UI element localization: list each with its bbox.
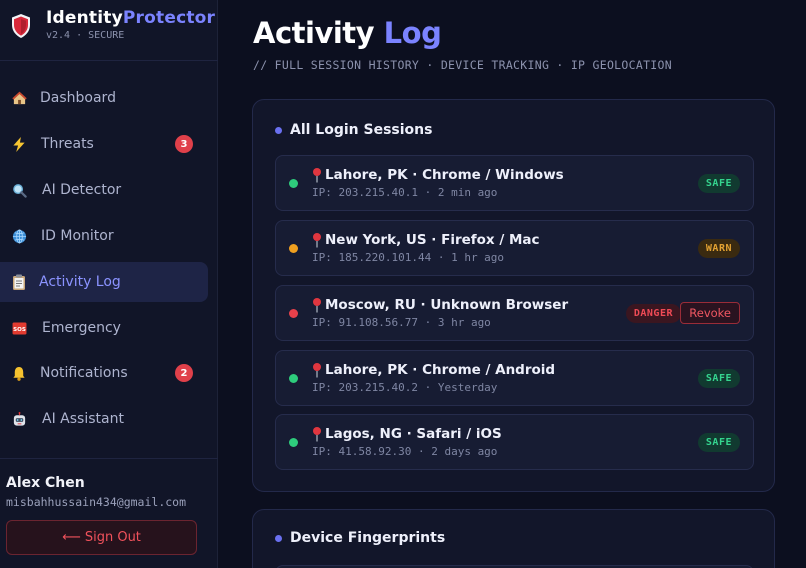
brand[interactable]: IdentityProtector v2.4 · SECURE <box>8 7 268 53</box>
session-location: Lagos, NG · Safari / iOS <box>325 426 502 442</box>
shield-logo-icon <box>12 14 30 38</box>
session-row[interactable]: New York, US · Firefox / Mac IP: 185.220… <box>275 220 754 276</box>
page-subtitle: // FULL SESSION HISTORY · DEVICE TRACKIN… <box>253 58 672 72</box>
session-meta: IP: 203.215.40.2 · Yesterday <box>312 381 498 394</box>
sidebar-item-label: Dashboard <box>40 90 116 106</box>
status-dot <box>289 244 298 253</box>
session-row[interactable]: Lahore, PK · Chrome / Windows IP: 203.21… <box>275 155 754 211</box>
sidebar: IdentityProtector v2.4 · SECURE Dashboar… <box>0 0 218 568</box>
session-location: Lahore, PK · Chrome / Windows <box>325 167 564 183</box>
sidebar-item-label: Emergency <box>42 320 121 336</box>
user-name: Alex Chen <box>6 475 85 491</box>
pin-icon <box>313 168 321 183</box>
divider <box>0 458 218 459</box>
status-dot <box>289 179 298 188</box>
divider <box>0 60 218 61</box>
bullet-dot <box>275 534 282 542</box>
svg-text:SOS: SOS <box>13 326 26 332</box>
session-meta: IP: 91.108.56.77 · 3 hr ago <box>312 316 491 329</box>
session-meta: IP: 203.215.40.1 · 2 min ago <box>312 186 498 199</box>
app-name-part1: Identity <box>46 8 123 28</box>
app-name-part2: Protector <box>122 8 216 28</box>
session-location: New York, US · Firefox / Mac <box>325 232 540 248</box>
session-location: Lahore, PK · Chrome / Android <box>325 362 556 378</box>
sidebar-item-dashboard[interactable]: Dashboard <box>0 78 208 118</box>
status-badge: DANGER <box>625 304 681 323</box>
card-title: All Login Sessions <box>290 122 433 138</box>
user-email: misbahhussain434@gmail.com <box>6 495 187 509</box>
status-badge: WARN <box>697 239 740 258</box>
device-fingerprints-card: Device Fingerprints <box>252 509 775 568</box>
sos-icon: SOS <box>11 320 27 336</box>
sidebar-item-id-monitor[interactable]: ID Monitor <box>0 216 208 256</box>
status-badge: SAFE <box>697 369 740 388</box>
sidebar-item-label: AI Detector <box>42 182 122 198</box>
status-dot <box>289 309 298 318</box>
sidebar-item-activity-log[interactable]: Activity Log <box>0 262 208 302</box>
session-meta: IP: 185.220.101.44 · 1 hr ago <box>312 251 505 264</box>
bell-icon <box>11 365 27 381</box>
session-row[interactable]: Lagos, NG · Safari / iOS IP: 41.58.92.30… <box>275 414 754 470</box>
status-badge: SAFE <box>697 433 740 452</box>
session-meta: IP: 41.58.92.30 · 2 days ago <box>312 445 498 458</box>
pin-icon <box>313 363 321 378</box>
app-name: IdentityProtector <box>46 8 215 28</box>
threat-count-badge: 3 <box>175 135 193 153</box>
page-title-part1: Activity <box>253 16 375 50</box>
sidebar-item-threats[interactable]: Threats 3 <box>0 124 208 164</box>
card-header: All Login Sessions <box>275 122 432 138</box>
page-title: Activity Log <box>253 16 442 50</box>
app-version: v2.4 · SECURE <box>46 30 125 41</box>
card-title: Device Fingerprints <box>290 530 446 546</box>
sidebar-item-ai-assistant[interactable]: AI Assistant <box>0 399 208 439</box>
session-location: Moscow, RU · Unknown Browser <box>325 297 569 313</box>
sidebar-item-label: Threats <box>41 136 94 152</box>
session-row[interactable]: Moscow, RU · Unknown Browser IP: 91.108.… <box>275 285 754 341</box>
sidebar-item-notifications[interactable]: Notifications 2 <box>0 353 208 393</box>
bullet-dot <box>275 126 282 134</box>
sidebar-item-ai-detector[interactable]: AI Detector <box>0 170 208 210</box>
pin-icon <box>313 233 321 248</box>
sidebar-item-label: Activity Log <box>39 274 121 290</box>
pin-icon <box>313 298 321 313</box>
clipboard-icon <box>11 274 27 290</box>
robot-icon <box>11 411 27 427</box>
sidebar-item-label: Notifications <box>40 365 128 381</box>
login-sessions-card: All Login Sessions Lahore, PK · Chrome /… <box>252 99 775 492</box>
sign-out-button[interactable]: ⟵ Sign Out <box>6 520 197 555</box>
sidebar-item-label: AI Assistant <box>42 411 124 427</box>
sidebar-item-label: ID Monitor <box>41 228 114 244</box>
status-badge: SAFE <box>697 174 740 193</box>
magnifier-icon <box>11 182 27 198</box>
globe-icon <box>11 228 27 244</box>
status-dot <box>289 438 298 447</box>
sidebar-item-emergency[interactable]: SOS Emergency <box>0 308 208 348</box>
page-title-part2: Log <box>383 16 442 50</box>
card-header: Device Fingerprints <box>275 530 445 546</box>
status-dot <box>289 374 298 383</box>
pin-icon <box>313 427 321 442</box>
lightning-icon <box>11 136 27 152</box>
session-row[interactable]: Lahore, PK · Chrome / Android IP: 203.21… <box>275 350 754 406</box>
revoke-button[interactable]: Revoke <box>680 302 740 324</box>
notification-count-badge: 2 <box>175 364 193 382</box>
house-icon <box>11 90 27 106</box>
